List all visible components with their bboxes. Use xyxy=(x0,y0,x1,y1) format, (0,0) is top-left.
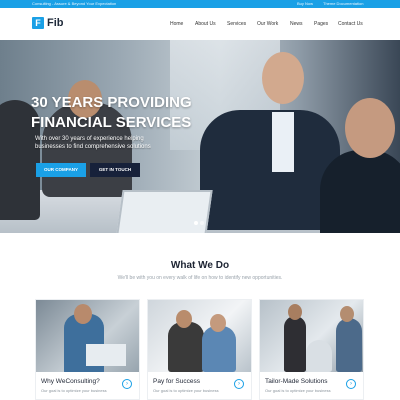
card-image-laptop xyxy=(86,344,126,366)
topbar-tagline: Consulting - Assure & Beyond Your Expect… xyxy=(32,1,117,6)
hero-slider: 30 YEARS PROVIDING FINANCIAL SERVICES Wi… xyxy=(0,40,400,233)
hero-subtitle: With over 30 years of experience helping… xyxy=(35,136,151,150)
nav-home[interactable]: Home xyxy=(170,21,183,27)
card-image-person-head xyxy=(340,306,354,322)
hero-person-right xyxy=(320,150,400,233)
section-subtitle: We'll be with you on every walk of life … xyxy=(117,275,283,281)
logo-text[interactable]: Fib xyxy=(47,16,64,30)
buy-now-link[interactable]: Buy Now xyxy=(297,1,313,7)
arrow-right-icon[interactable]: › xyxy=(346,379,356,389)
slider-dot-1[interactable] xyxy=(194,221,198,225)
card-image xyxy=(36,300,139,372)
card-image-person xyxy=(306,340,332,372)
hero-laptop xyxy=(113,190,213,233)
get-in-touch-button[interactable]: GET IN TOUCH xyxy=(90,163,140,177)
theme-documentation-link[interactable]: Theme Documentation xyxy=(323,1,363,7)
arrow-right-icon[interactable]: › xyxy=(234,379,244,389)
hero-person-businessman-shirt xyxy=(272,112,294,172)
card-description: Our goal is to optimize your business xyxy=(153,388,219,393)
nav-pages[interactable]: Pages xyxy=(314,21,328,27)
slider-dot-2[interactable] xyxy=(200,221,204,225)
card-image-person-head xyxy=(74,304,92,324)
nav-news[interactable]: News xyxy=(290,21,303,27)
section-title: What We Do xyxy=(170,260,230,271)
card-title: Pay for Success xyxy=(153,378,200,385)
service-card[interactable]: Tailor-Made Solutions Our goal is to opt… xyxy=(259,299,364,400)
nav-contact-us[interactable]: Contact Us xyxy=(338,21,363,27)
card-image-person-head xyxy=(176,310,192,328)
hero-person-businessman xyxy=(200,110,340,230)
card-image-person xyxy=(336,318,362,372)
service-card[interactable]: Why WeConsulting? Our goal is to optimiz… xyxy=(35,299,140,400)
card-image xyxy=(148,300,251,372)
card-image-person-head xyxy=(288,304,302,320)
card-image-person-head xyxy=(210,314,226,332)
card-image-person xyxy=(284,316,306,372)
card-image xyxy=(260,300,363,372)
hero-person-right-head xyxy=(345,98,395,158)
arrow-right-icon[interactable]: › xyxy=(122,379,132,389)
hero-title: 30 YEARS PROVIDING FINANCIAL SERVICES xyxy=(31,93,192,133)
nav-services[interactable]: Services xyxy=(227,21,246,27)
card-title: Tailor-Made Solutions xyxy=(265,378,328,385)
card-image-person xyxy=(202,326,236,372)
our-company-button[interactable]: OUR COMPANY xyxy=(36,163,86,177)
logo-icon[interactable]: F xyxy=(32,17,44,29)
slider-dots xyxy=(194,221,206,225)
hero-title-line-2: FINANCIAL SERVICES xyxy=(31,114,192,131)
card-title: Why WeConsulting? xyxy=(41,378,100,385)
card-description: Our goal is to optimize your business xyxy=(265,388,331,393)
nav-our-work[interactable]: Our Work xyxy=(257,21,278,27)
card-image-person xyxy=(168,322,204,372)
site-header: F Fib Home About Us Services Our Work Ne… xyxy=(0,8,400,40)
top-bar: Consulting - Assure & Beyond Your Expect… xyxy=(0,0,400,8)
hero-title-line-1: 30 YEARS PROVIDING xyxy=(31,94,192,111)
service-card[interactable]: Pay for Success Our goal is to optimize … xyxy=(147,299,252,400)
nav-about-us[interactable]: About Us xyxy=(195,21,216,27)
hero-person-businessman-head xyxy=(262,52,304,104)
card-description: Our goal is to optimize your business xyxy=(41,388,107,393)
